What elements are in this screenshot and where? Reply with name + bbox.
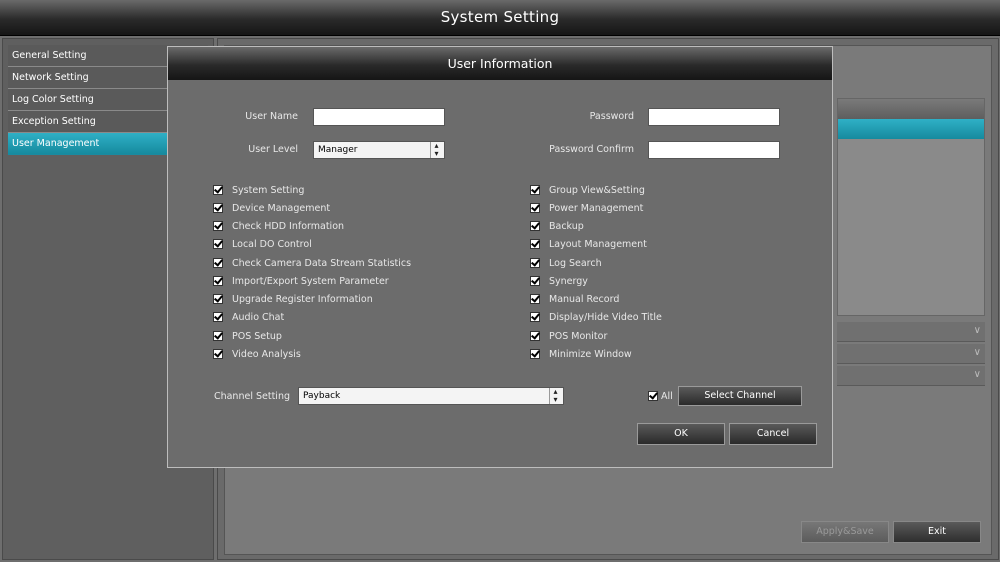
dialog-title: User Information <box>168 47 832 80</box>
permission-check-camera-data-stream-statistics[interactable]: Check Camera Data Stream Statistics <box>213 255 411 271</box>
user-level-select[interactable]: Manager ▴ ▾ <box>313 141 445 159</box>
permission-synergy[interactable]: Synergy <box>530 273 588 289</box>
checkbox-checked[interactable] <box>530 276 540 286</box>
checkbox-checked[interactable] <box>530 312 540 322</box>
password-confirm-input[interactable] <box>648 141 780 159</box>
checkbox-checked[interactable] <box>530 349 540 359</box>
apply-save-button[interactable]: Apply&Save <box>801 521 889 543</box>
checkbox-checked[interactable] <box>213 221 223 231</box>
checkbox-checked[interactable] <box>530 294 540 304</box>
checkbox-checked[interactable] <box>213 276 223 286</box>
user-level-label: User Level <box>248 144 298 155</box>
collapsed-section-3[interactable]: ∨ <box>837 366 985 386</box>
collapsed-section-1[interactable]: ∨ <box>837 322 985 342</box>
user-list-header <box>838 99 984 119</box>
chevron-down-icon: ∨ <box>973 347 981 358</box>
permission-group-view-setting[interactable]: Group View&Setting <box>530 182 645 198</box>
permission-layout-management[interactable]: Layout Management <box>530 236 647 252</box>
chevron-down-icon: ∨ <box>973 369 981 380</box>
all-channels-checkbox-row[interactable]: All <box>648 388 673 404</box>
permission-manual-record[interactable]: Manual Record <box>530 291 619 307</box>
collapsed-section-2[interactable]: ∨ <box>837 344 985 364</box>
channel-setting-select[interactable]: Payback ▴ ▾ <box>298 387 564 405</box>
permission-upgrade-register-information[interactable]: Upgrade Register Information <box>213 291 373 307</box>
channel-setting-value: Payback <box>303 391 341 401</box>
checkbox-checked[interactable] <box>530 331 540 341</box>
permission-local-do-control[interactable]: Local DO Control <box>213 236 312 252</box>
checkbox-checked[interactable] <box>213 203 223 213</box>
select-channel-button[interactable]: Select Channel <box>678 386 802 406</box>
permission-pos-setup[interactable]: POS Setup <box>213 328 282 344</box>
exit-button[interactable]: Exit <box>893 521 981 543</box>
user-name-label: User Name <box>245 111 298 122</box>
password-label: Password <box>589 111 634 122</box>
chevron-down-icon: ∨ <box>973 325 981 336</box>
channel-setting-label: Channel Setting <box>213 391 290 402</box>
checkbox-checked[interactable] <box>530 203 540 213</box>
user-level-value: Manager <box>318 145 358 155</box>
permission-pos-monitor[interactable]: POS Monitor <box>530 328 607 344</box>
window-title: System Setting <box>440 8 560 26</box>
permission-device-management[interactable]: Device Management <box>213 200 330 216</box>
cancel-button[interactable]: Cancel <box>729 423 817 445</box>
checkbox-checked[interactable] <box>213 331 223 341</box>
permission-backup[interactable]: Backup <box>530 218 584 234</box>
permission-video-analysis[interactable]: Video Analysis <box>213 346 301 362</box>
password-input[interactable] <box>648 108 780 126</box>
password-confirm-label: Password Confirm <box>549 144 634 155</box>
checkbox-checked[interactable] <box>213 185 223 195</box>
checkbox-checked[interactable] <box>213 349 223 359</box>
checkbox-checked[interactable] <box>648 391 658 401</box>
user-information-dialog: User Information User Name Password User… <box>167 46 833 468</box>
window-title-bar: System Setting <box>0 0 1000 36</box>
checkbox-checked[interactable] <box>530 185 540 195</box>
permission-log-search[interactable]: Log Search <box>530 255 602 271</box>
ok-button[interactable]: OK <box>637 423 725 445</box>
checkbox-checked[interactable] <box>213 239 223 249</box>
permission-import-export-system-parameter[interactable]: Import/Export System Parameter <box>213 273 389 289</box>
permission-power-management[interactable]: Power Management <box>530 200 643 216</box>
checkbox-checked[interactable] <box>213 258 223 268</box>
permission-audio-chat[interactable]: Audio Chat <box>213 309 284 325</box>
checkbox-checked[interactable] <box>530 221 540 231</box>
permission-display-hide-video-title[interactable]: Display/Hide Video Title <box>530 309 662 325</box>
permission-check-hdd-information[interactable]: Check HDD Information <box>213 218 344 234</box>
user-name-input[interactable] <box>313 108 445 126</box>
checkbox-checked[interactable] <box>213 294 223 304</box>
permission-system-setting[interactable]: System Setting <box>213 182 304 198</box>
updown-arrows-icon: ▴ ▾ <box>430 142 442 158</box>
user-list-selected-row[interactable] <box>838 119 984 139</box>
checkbox-checked[interactable] <box>213 312 223 322</box>
checkbox-checked[interactable] <box>530 258 540 268</box>
checkbox-checked[interactable] <box>530 239 540 249</box>
user-list-table <box>837 98 985 316</box>
permission-minimize-window[interactable]: Minimize Window <box>530 346 632 362</box>
updown-arrows-icon: ▴ ▾ <box>549 388 561 404</box>
